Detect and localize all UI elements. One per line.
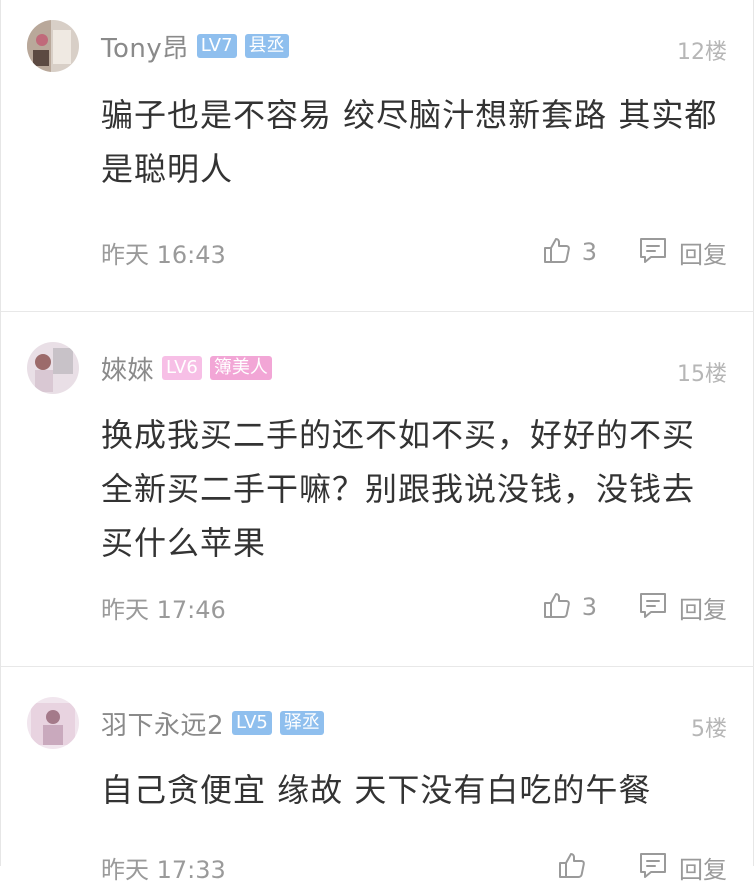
reply-button[interactable]: 回复 (637, 589, 727, 625)
thumbs-up-icon (557, 850, 587, 884)
avatar[interactable] (27, 697, 79, 749)
avatar[interactable] (27, 20, 79, 72)
title-badge: 簿美人 (209, 356, 272, 380)
comment-content: 换成我买二手的还不如不买，好好的不买全新买二手干嘛？别跟我说没钱，没钱去买什么苹… (101, 416, 696, 562)
comment-content: 自己贪便宜 缘故 天下没有白吃的午餐 (101, 771, 652, 809)
thumbs-up-icon (542, 590, 572, 624)
avatar[interactable] (27, 342, 79, 394)
floor-number: 15楼 (677, 362, 727, 387)
reply-icon (637, 589, 669, 625)
level-badge: LV6 (162, 356, 202, 380)
like-button[interactable]: 3 (542, 590, 597, 624)
username[interactable]: 婡婡 (101, 350, 154, 387)
timestamp: 昨天 17:46 (101, 595, 226, 624)
reply-label: 回复 (679, 595, 727, 624)
reply-button[interactable]: 回复 (637, 849, 727, 885)
level-badge: LV7 (196, 34, 237, 58)
username[interactable]: Tony昂 (101, 28, 189, 65)
title-badge: 驿丞 (279, 711, 324, 735)
level-badge: LV5 (232, 711, 272, 735)
reply-icon (637, 234, 669, 270)
reply-button[interactable]: 回复 (637, 234, 727, 270)
like-count: 3 (581, 238, 597, 266)
reply-label: 回复 (679, 855, 727, 884)
timestamp: 昨天 17:33 (101, 855, 226, 884)
like-button[interactable]: 3 (542, 235, 597, 269)
like-button[interactable] (557, 850, 597, 884)
like-count: 3 (581, 593, 597, 621)
comment-list: Tony昂 LV7 县丞 12楼 骗子也是不容易 绞尽脑汁想新套路 其实都是聪明… (0, 0, 754, 884)
title-badge: 县丞 (244, 34, 289, 58)
timestamp: 昨天 16:43 (101, 240, 226, 269)
reply-label: 回复 (679, 240, 727, 269)
reply-icon (637, 849, 669, 885)
comment-item: 羽下永远2 LV5 驿丞 5楼 自己贪便宜 缘故 天下没有白吃的午餐 昨天 17… (1, 667, 754, 884)
floor-number: 12楼 (677, 40, 727, 65)
floor-number: 5楼 (691, 717, 727, 742)
thumbs-up-icon (542, 235, 572, 269)
comment-item: Tony昂 LV7 县丞 12楼 骗子也是不容易 绞尽脑汁想新套路 其实都是聪明… (1, 0, 754, 311)
comment-content: 骗子也是不容易 绞尽脑汁想新套路 其实都是聪明人 (101, 96, 718, 188)
comment-item: 婡婡 LV6 簿美人 15楼 换成我买二手的还不如不买，好好的不买全新买二手干嘛… (1, 312, 754, 666)
username[interactable]: 羽下永远2 (101, 705, 224, 742)
